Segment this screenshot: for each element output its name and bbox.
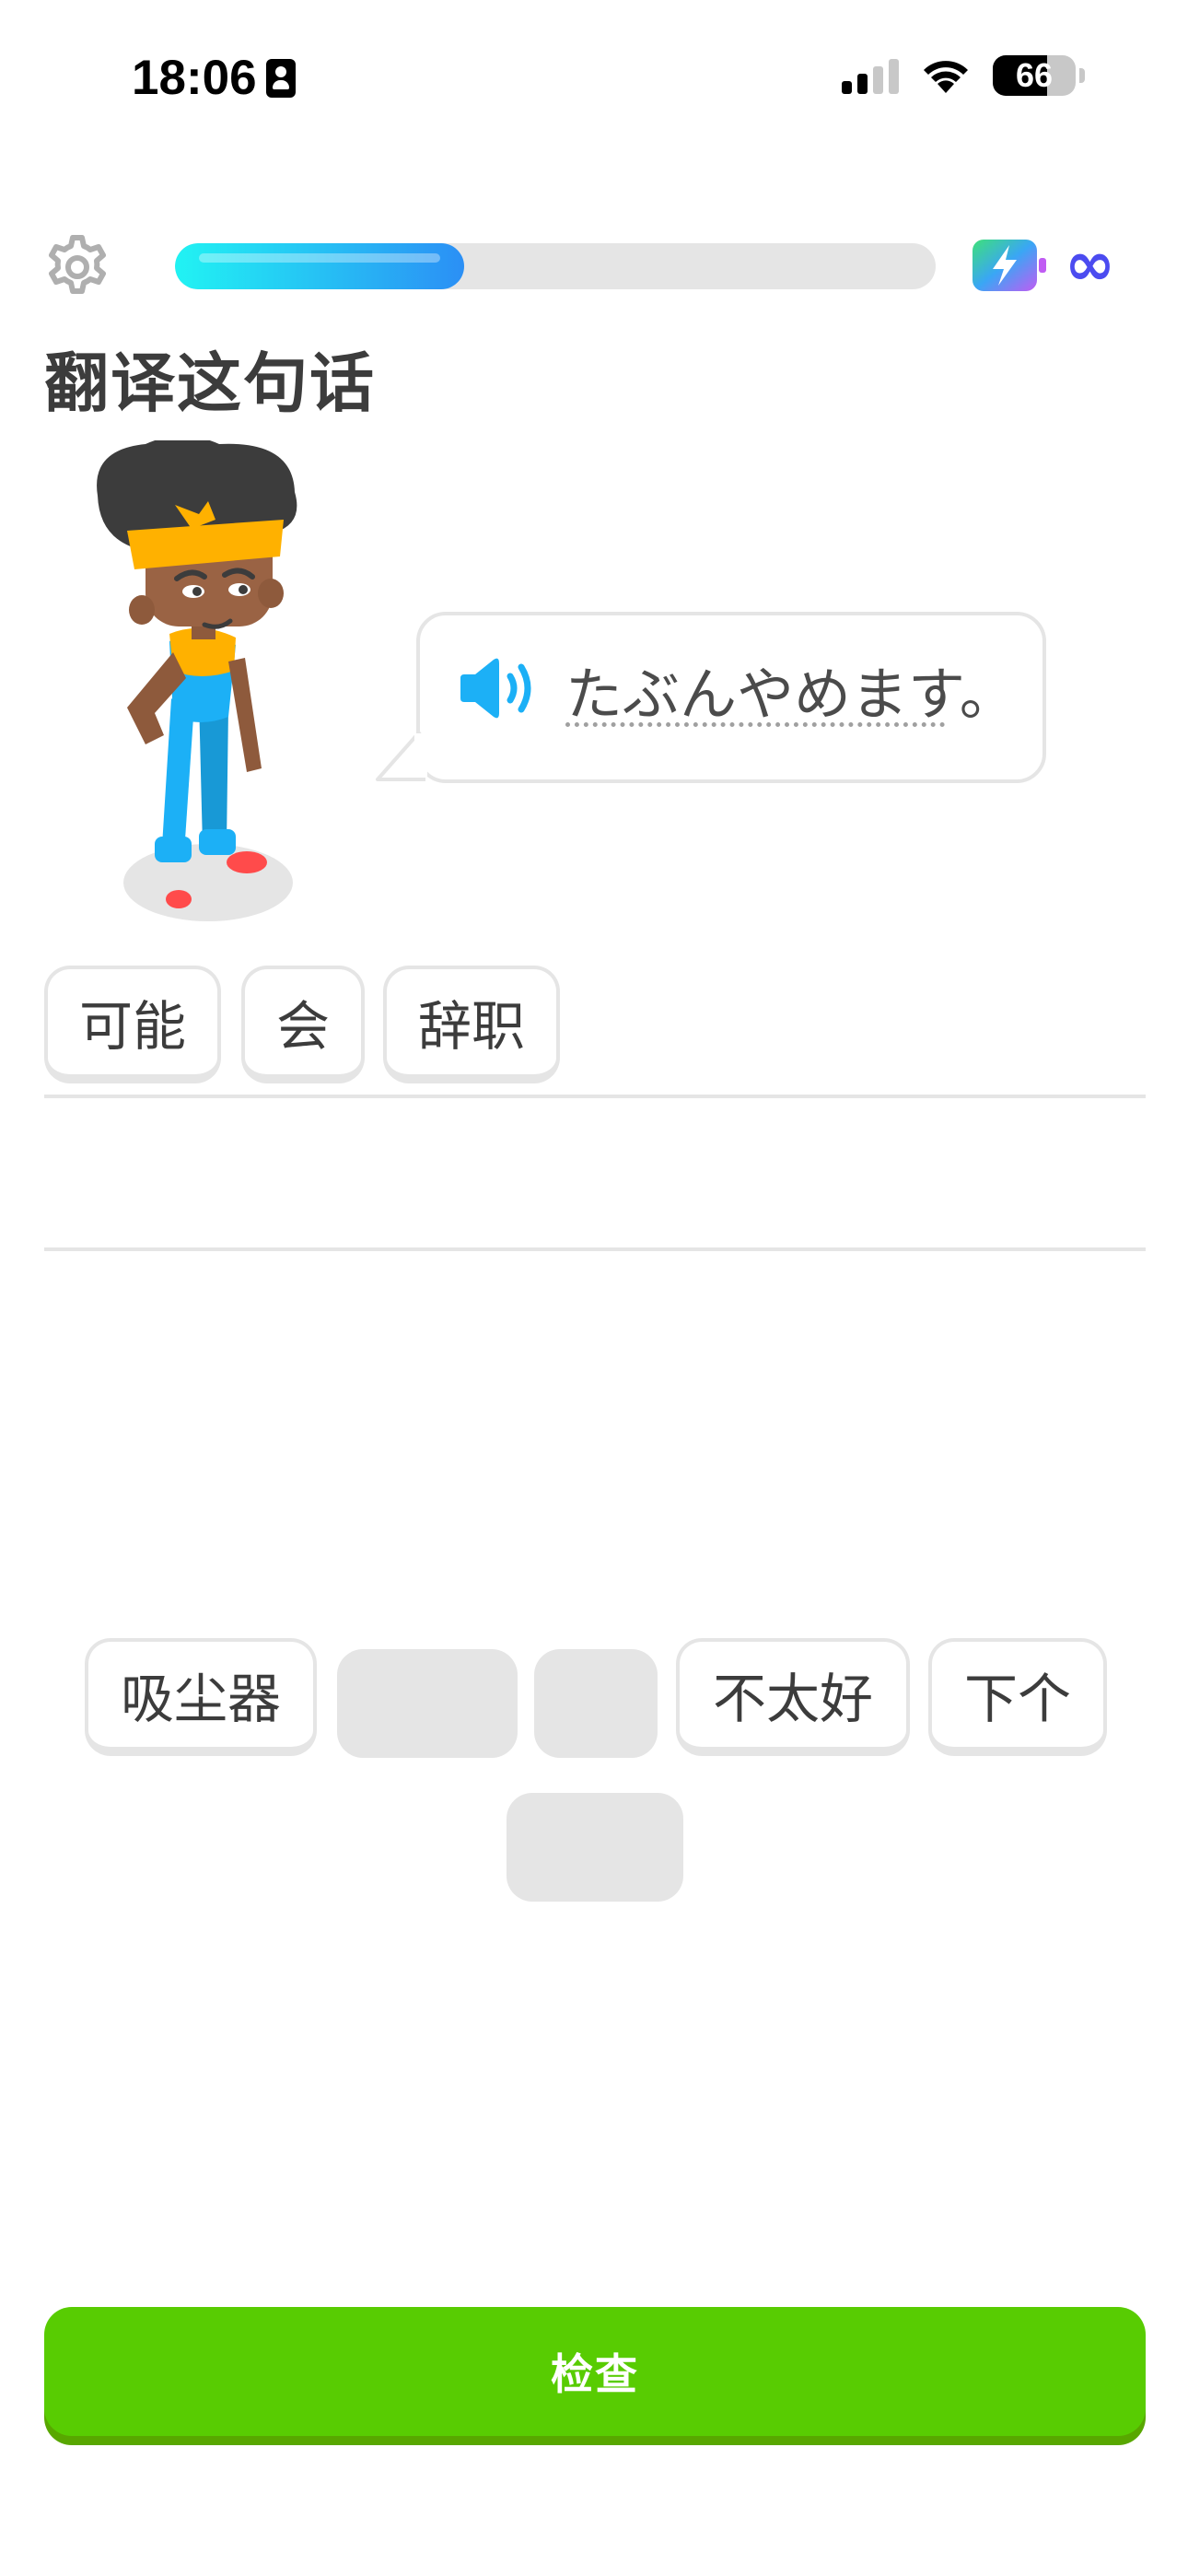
- answer-line-1: [44, 1095, 1146, 1098]
- prompt-sentence[interactable]: たぶんやめます。: [565, 648, 1017, 731]
- status-time-text: 18:06: [132, 51, 257, 105]
- word-bank-placeholder: [534, 1649, 658, 1758]
- speech-bubble-tail: [376, 730, 427, 781]
- lesson-progress-fill: [175, 243, 464, 289]
- battery-icon: 66: [993, 55, 1076, 96]
- progress-shine: [199, 253, 440, 263]
- prompt-underline: [565, 722, 945, 727]
- signal-icon: [842, 57, 899, 94]
- word-bank-tile[interactable]: 不太好: [676, 1638, 910, 1756]
- character-illustration: [97, 440, 297, 921]
- answer-token[interactable]: 会: [241, 966, 365, 1083]
- speaker-icon[interactable]: [457, 654, 536, 722]
- answer-token[interactable]: 辞职: [383, 966, 560, 1083]
- answer-token[interactable]: 可能: [44, 966, 221, 1083]
- word-bank-placeholder: [507, 1793, 683, 1902]
- gear-icon[interactable]: [42, 232, 112, 302]
- check-button[interactable]: 检查: [44, 2307, 1146, 2436]
- lesson-progress-bar: [175, 243, 936, 289]
- energy-icon[interactable]: [971, 238, 1048, 293]
- answer-line-2: [44, 1247, 1146, 1251]
- battery-tip: [1079, 68, 1085, 83]
- exercise-title: 翻译这句话: [44, 345, 376, 421]
- wifi-icon: [924, 61, 968, 93]
- word-bank-placeholder: [337, 1649, 518, 1758]
- status-time: 18:06: [132, 50, 296, 106]
- word-bank-tile[interactable]: 下个: [928, 1638, 1107, 1756]
- status-indicators: 66: [842, 55, 1085, 96]
- infinity-icon[interactable]: ∞: [1065, 234, 1115, 295]
- battery-level: 66: [1015, 56, 1054, 94]
- word-bank-tile[interactable]: 吸尘器: [85, 1638, 317, 1756]
- id-card-icon: [265, 58, 296, 98]
